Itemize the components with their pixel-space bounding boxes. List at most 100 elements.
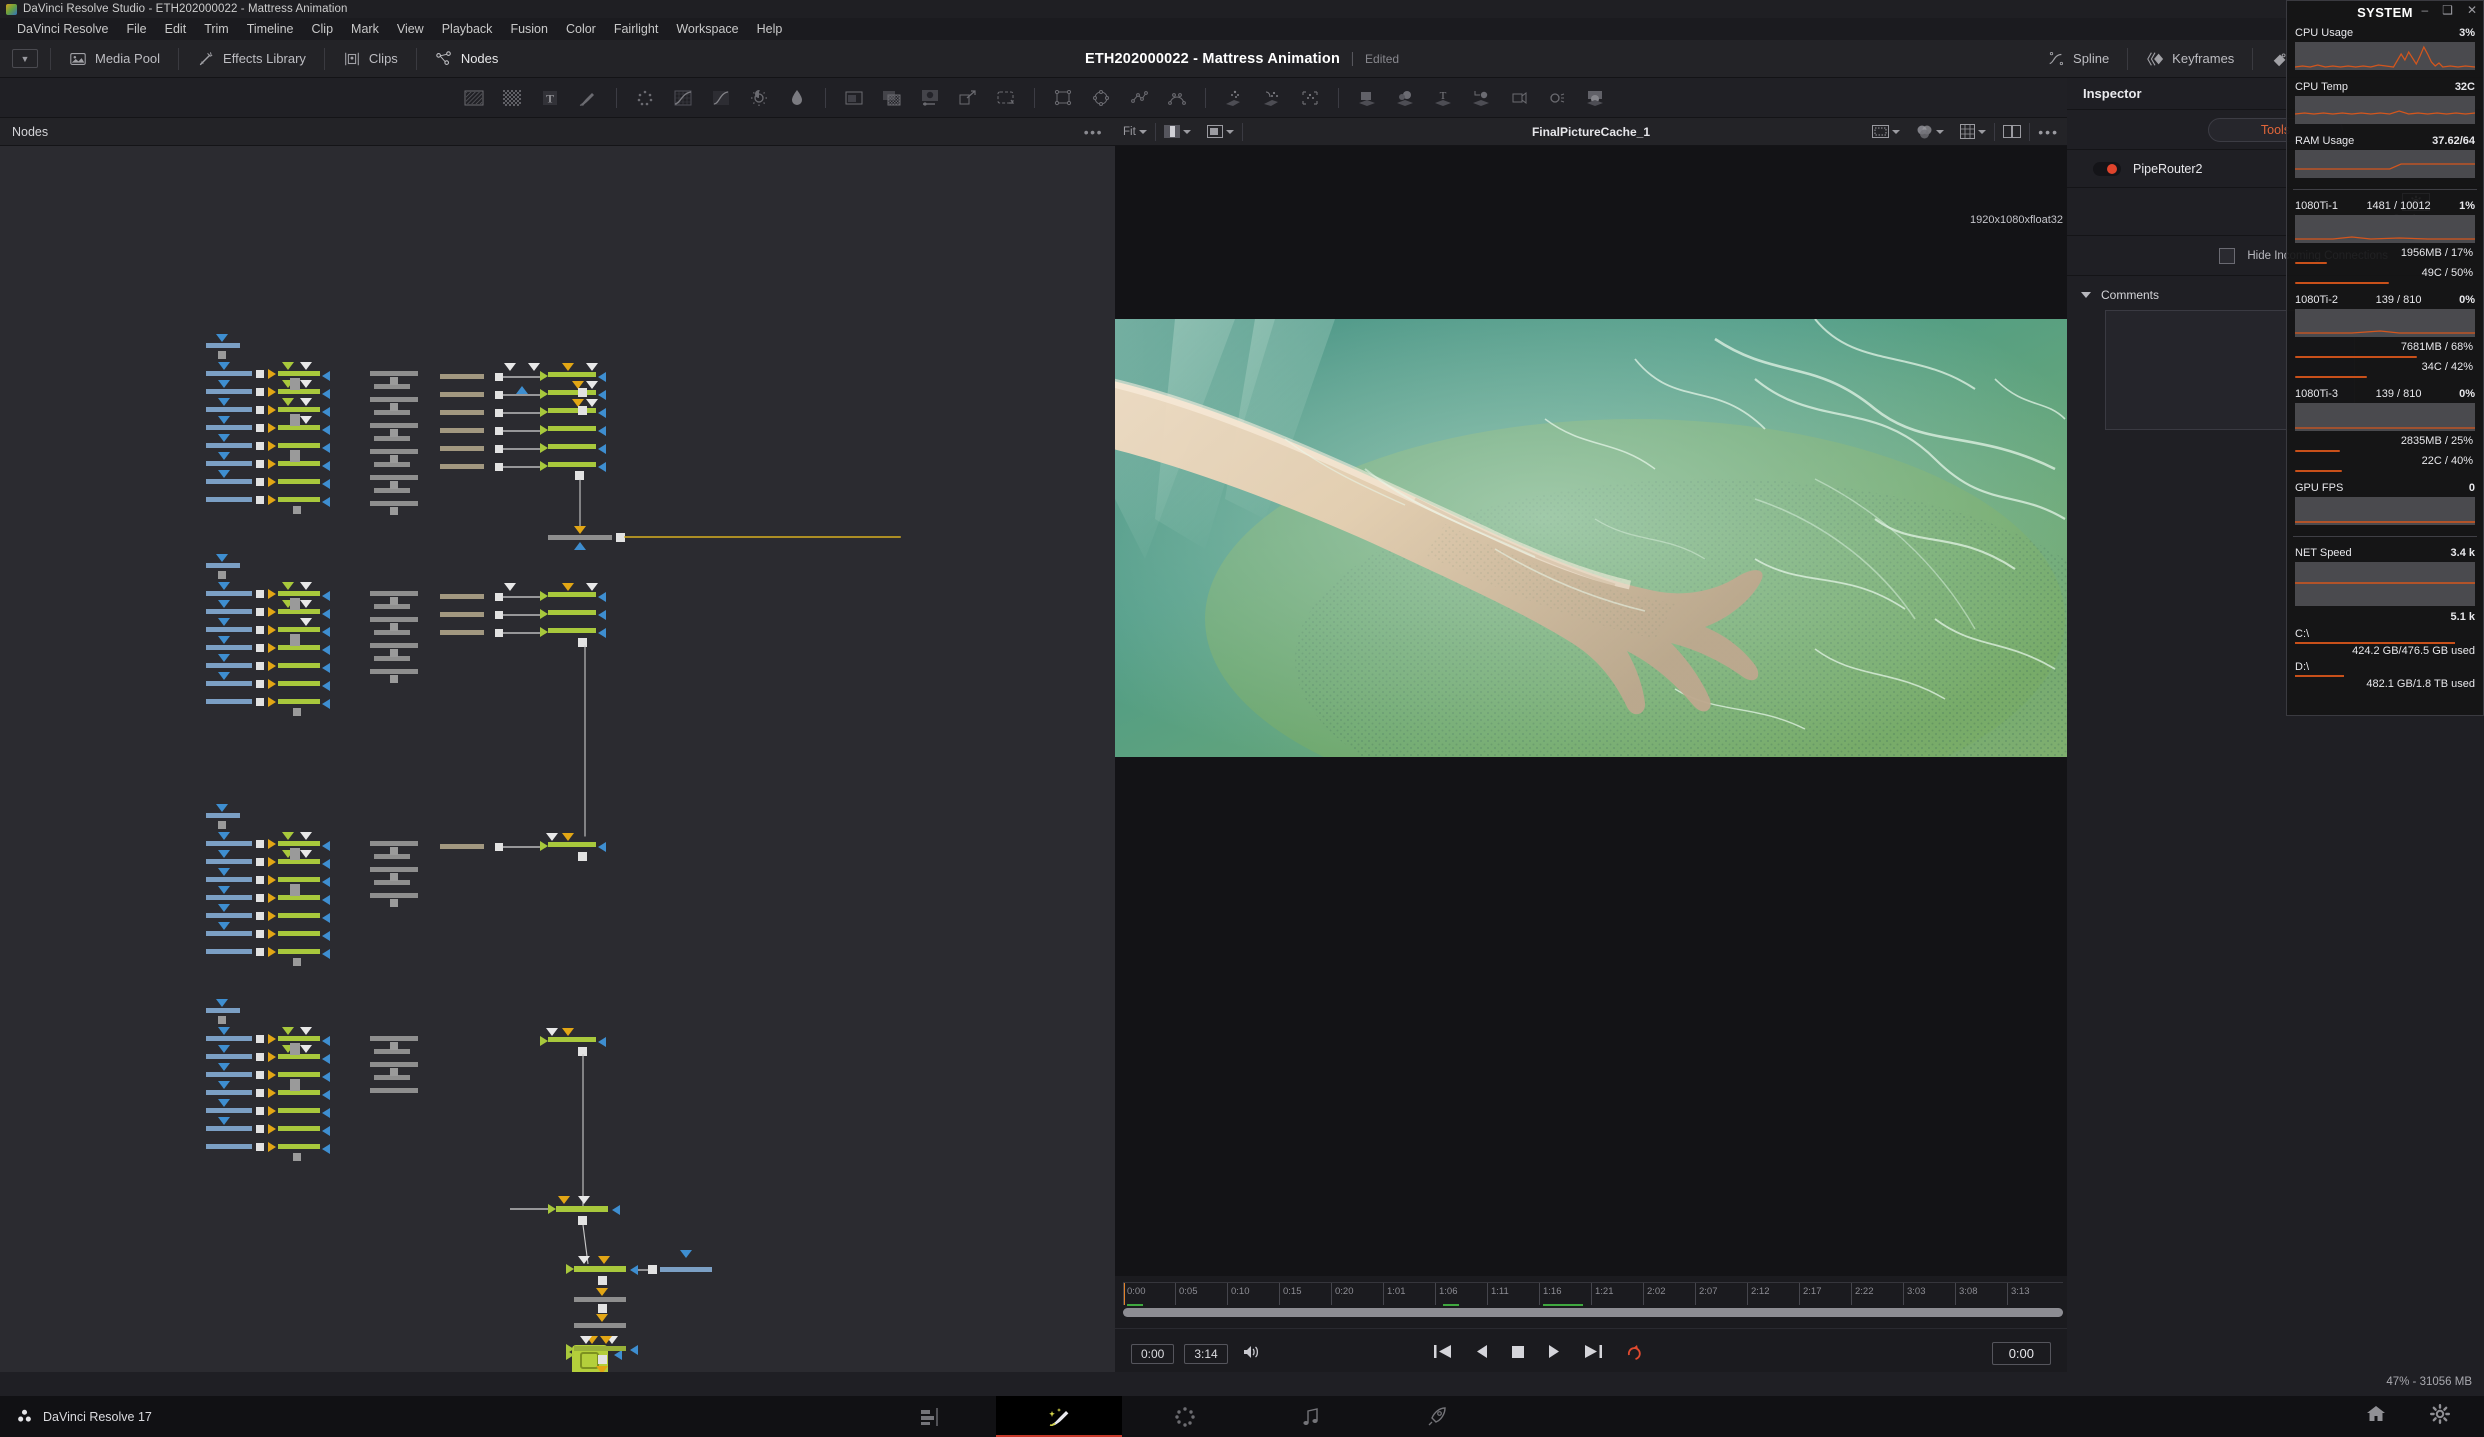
color-page-button[interactable] — [1122, 1396, 1248, 1437]
region-of-interest-button[interactable] — [1864, 118, 1908, 145]
speaker-icon[interactable] — [1242, 1344, 1260, 1364]
menu-trim[interactable]: Trim — [195, 20, 238, 38]
maximize-icon[interactable]: ❑ — [2442, 3, 2453, 17]
media-pool-button[interactable]: Media Pool — [53, 40, 176, 77]
home-button[interactable] — [2366, 1404, 2386, 1429]
renderer-3d-icon[interactable] — [1576, 83, 1614, 113]
timeline-scrollbar[interactable] — [1123, 1308, 2063, 1317]
transform-icon[interactable] — [949, 83, 987, 113]
image-plane-3d-icon[interactable] — [1348, 83, 1386, 113]
menu-clip[interactable]: Clip — [303, 20, 343, 38]
merge-3d-icon[interactable] — [1462, 83, 1500, 113]
workspace-dropdown[interactable]: ▼ — [12, 49, 38, 68]
deliver-page-button[interactable] — [1374, 1396, 1500, 1437]
ellipse-mask-icon[interactable] — [1082, 83, 1120, 113]
menu-color[interactable]: Color — [557, 20, 605, 38]
fusion-page-button[interactable] — [996, 1396, 1122, 1437]
spline-curve-icon[interactable] — [702, 83, 740, 113]
section-divider — [2293, 536, 2477, 537]
current-time-field[interactable]: 0:00 — [1131, 1343, 1175, 1364]
timeline-ruler[interactable]: 0:00 0:05 0:10 0:15 0:20 1:01 1:06 1:11 … — [1123, 1282, 2063, 1306]
fairlight-page-button[interactable] — [1248, 1396, 1374, 1437]
step-back-button[interactable] — [1475, 1344, 1489, 1363]
particles-icon[interactable] — [626, 83, 664, 113]
menu-fusion[interactable]: Fusion — [501, 20, 557, 38]
background-icon[interactable] — [455, 83, 493, 113]
timeline-tick: 2:12 — [1747, 1283, 1770, 1305]
page-tabs-bar: DaVinci Resolve 17 — [0, 1396, 2484, 1437]
menu-davinci-resolve[interactable]: DaVinci Resolve — [8, 20, 117, 38]
text-plus-icon[interactable]: T — [531, 83, 569, 113]
menu-workspace[interactable]: Workspace — [667, 20, 747, 38]
viewer-fit-button[interactable]: Fit — [1115, 118, 1155, 145]
menu-help[interactable]: Help — [748, 20, 792, 38]
viewer-timeline[interactable]: 0:00 0:05 0:10 0:15 0:20 1:01 1:06 1:11 … — [1115, 1282, 2067, 1328]
effects-library-button[interactable]: Effects Library — [181, 40, 322, 77]
timeline-scrollbar-thumb[interactable] — [1123, 1308, 2063, 1317]
color-curves-icon[interactable] — [664, 83, 702, 113]
grid-overlay-button[interactable] — [1952, 118, 1994, 145]
paint-icon[interactable] — [569, 83, 607, 113]
timeline-cached-segment — [1543, 1304, 1583, 1306]
viewer-options-button[interactable]: ••• — [2030, 118, 2067, 145]
menu-file[interactable]: File — [117, 20, 155, 38]
matte-control-icon[interactable] — [911, 83, 949, 113]
loop-button[interactable] — [1625, 1343, 1644, 1365]
clips-button[interactable]: Clips — [327, 40, 414, 77]
dissolve-icon[interactable] — [873, 83, 911, 113]
color-channels-button[interactable] — [1908, 118, 1952, 145]
hide-incoming-checkbox[interactable] — [2219, 247, 2236, 264]
close-icon[interactable]: ✕ — [2467, 3, 2477, 17]
dual-viewer-button[interactable] — [1995, 118, 2029, 145]
menu-mark[interactable]: Mark — [342, 20, 388, 38]
node-enable-toggle[interactable] — [2093, 161, 2121, 176]
timecode-field[interactable]: 0:00 — [1991, 1342, 2051, 1365]
resize-icon[interactable] — [987, 83, 1025, 113]
bspline-mask-icon[interactable] — [1158, 83, 1196, 113]
spline-button[interactable]: Spline — [2031, 40, 2125, 77]
brightness-contrast-icon[interactable] — [740, 83, 778, 113]
drive-c-used: 424.2 GB/476.5 GB used — [2352, 645, 2475, 657]
polygon-mask-icon[interactable] — [1120, 83, 1158, 113]
cut-page-button[interactable] — [870, 1396, 996, 1437]
blur-icon[interactable] — [778, 83, 816, 113]
checkerboard-icon[interactable] — [493, 83, 531, 113]
cpu-temp-value: 32C — [2454, 81, 2475, 93]
keyframes-button[interactable]: Keyframes — [2130, 40, 2250, 77]
stop-button[interactable] — [1511, 1345, 1525, 1363]
particle-render-icon[interactable] — [1291, 83, 1329, 113]
view-layout-button[interactable] — [1199, 118, 1242, 145]
minimize-icon[interactable]: – — [2421, 3, 2428, 17]
settings-button[interactable] — [2430, 1404, 2450, 1429]
viewer-canvas[interactable]: 1920x1080xfloat32 — [1115, 146, 2067, 1276]
merge-icon[interactable] — [835, 83, 873, 113]
inspector-title: Inspector — [2083, 86, 2142, 101]
shape-3d-icon[interactable] — [1386, 83, 1424, 113]
play-button[interactable] — [1547, 1344, 1561, 1363]
menu-edit[interactable]: Edit — [156, 20, 196, 38]
skip-to-end-button[interactable] — [1583, 1344, 1603, 1363]
node-graph-canvas[interactable] — [0, 146, 1115, 1378]
skip-to-start-button[interactable] — [1433, 1344, 1453, 1363]
viewer-options-icon: ••• — [2038, 123, 2059, 140]
gpu-1-memory-bar — [2295, 262, 2328, 264]
viewer-header: Fit FinalPictureCache_1 ••• — [1115, 118, 2067, 146]
menu-timeline[interactable]: Timeline — [238, 20, 303, 38]
text-3d-icon[interactable]: T — [1424, 83, 1462, 113]
nodes-button[interactable]: Nodes — [419, 40, 515, 77]
rectangle-mask-icon[interactable] — [1044, 83, 1082, 113]
nodes-panel-overflow-button[interactable]: ••• — [1084, 124, 1103, 140]
menu-view[interactable]: View — [388, 20, 433, 38]
camera-3d-icon[interactable] — [1500, 83, 1538, 113]
menu-fairlight[interactable]: Fairlight — [605, 20, 667, 38]
node-graph-tail-svg — [598, 1376, 607, 1378]
spotlight-3d-icon[interactable] — [1538, 83, 1576, 113]
menu-playback[interactable]: Playback — [433, 20, 502, 38]
split-view-button[interactable] — [1156, 118, 1199, 145]
cpu-temp-metric: CPU Temp 32C — [2287, 76, 2483, 130]
particle-director-icon[interactable] — [1253, 83, 1291, 113]
toolbar-divider — [323, 47, 325, 70]
split-view-icon — [1163, 125, 1180, 138]
duration-field[interactable]: 3:14 — [1184, 1343, 1228, 1364]
particle-emitter-icon[interactable] — [1215, 83, 1253, 113]
